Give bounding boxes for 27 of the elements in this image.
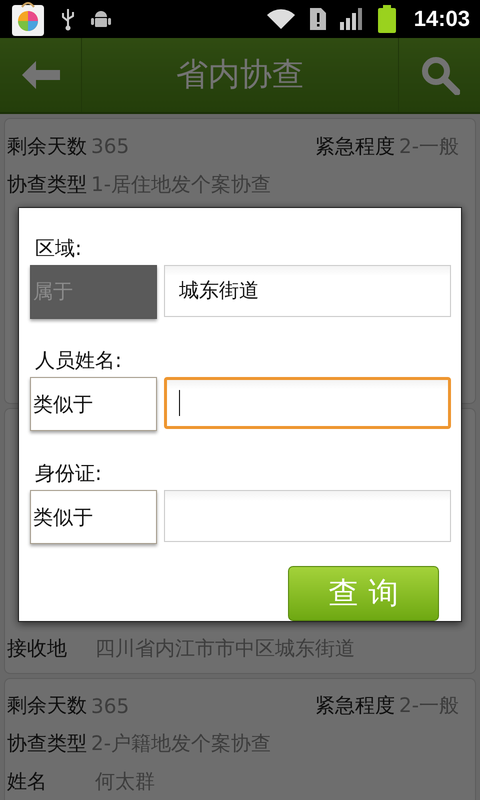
input-field[interactable]: 城东街道 bbox=[164, 264, 451, 317]
field-label: 区域: bbox=[34, 234, 83, 262]
signal-icon bbox=[340, 8, 364, 30]
field-label: 身份证: bbox=[34, 460, 103, 488]
field-label: 协查类型 bbox=[7, 730, 87, 757]
search-icon bbox=[420, 55, 460, 95]
field-label: 紧急程度 bbox=[315, 692, 396, 720]
input-field[interactable] bbox=[164, 377, 451, 430]
android-icon bbox=[90, 8, 112, 30]
field-label: 接收地 bbox=[7, 634, 68, 662]
usb-icon bbox=[60, 7, 76, 31]
field-label: 人员姓名: bbox=[34, 347, 123, 374]
field-label: 剩余天数 bbox=[7, 132, 87, 160]
back-arrow-icon bbox=[22, 61, 60, 89]
field-label: 姓名 bbox=[7, 768, 48, 795]
field-label: 剩余天数 bbox=[7, 692, 87, 720]
input-field[interactable] bbox=[164, 490, 451, 542]
wifi-icon bbox=[266, 7, 296, 31]
clock: 14:03 bbox=[414, 6, 470, 32]
app-store-icon bbox=[10, 1, 46, 37]
field-label: 协查类型 bbox=[7, 170, 87, 198]
sim-alert-icon bbox=[310, 8, 326, 30]
battery-icon bbox=[378, 5, 396, 33]
operator-dropdown[interactable]: 类似于 bbox=[30, 490, 157, 544]
operator-dropdown[interactable]: 类似于 bbox=[30, 377, 157, 432]
page-title: 省内协查 bbox=[175, 54, 305, 95]
field-label: 紧急程度 bbox=[315, 132, 396, 160]
